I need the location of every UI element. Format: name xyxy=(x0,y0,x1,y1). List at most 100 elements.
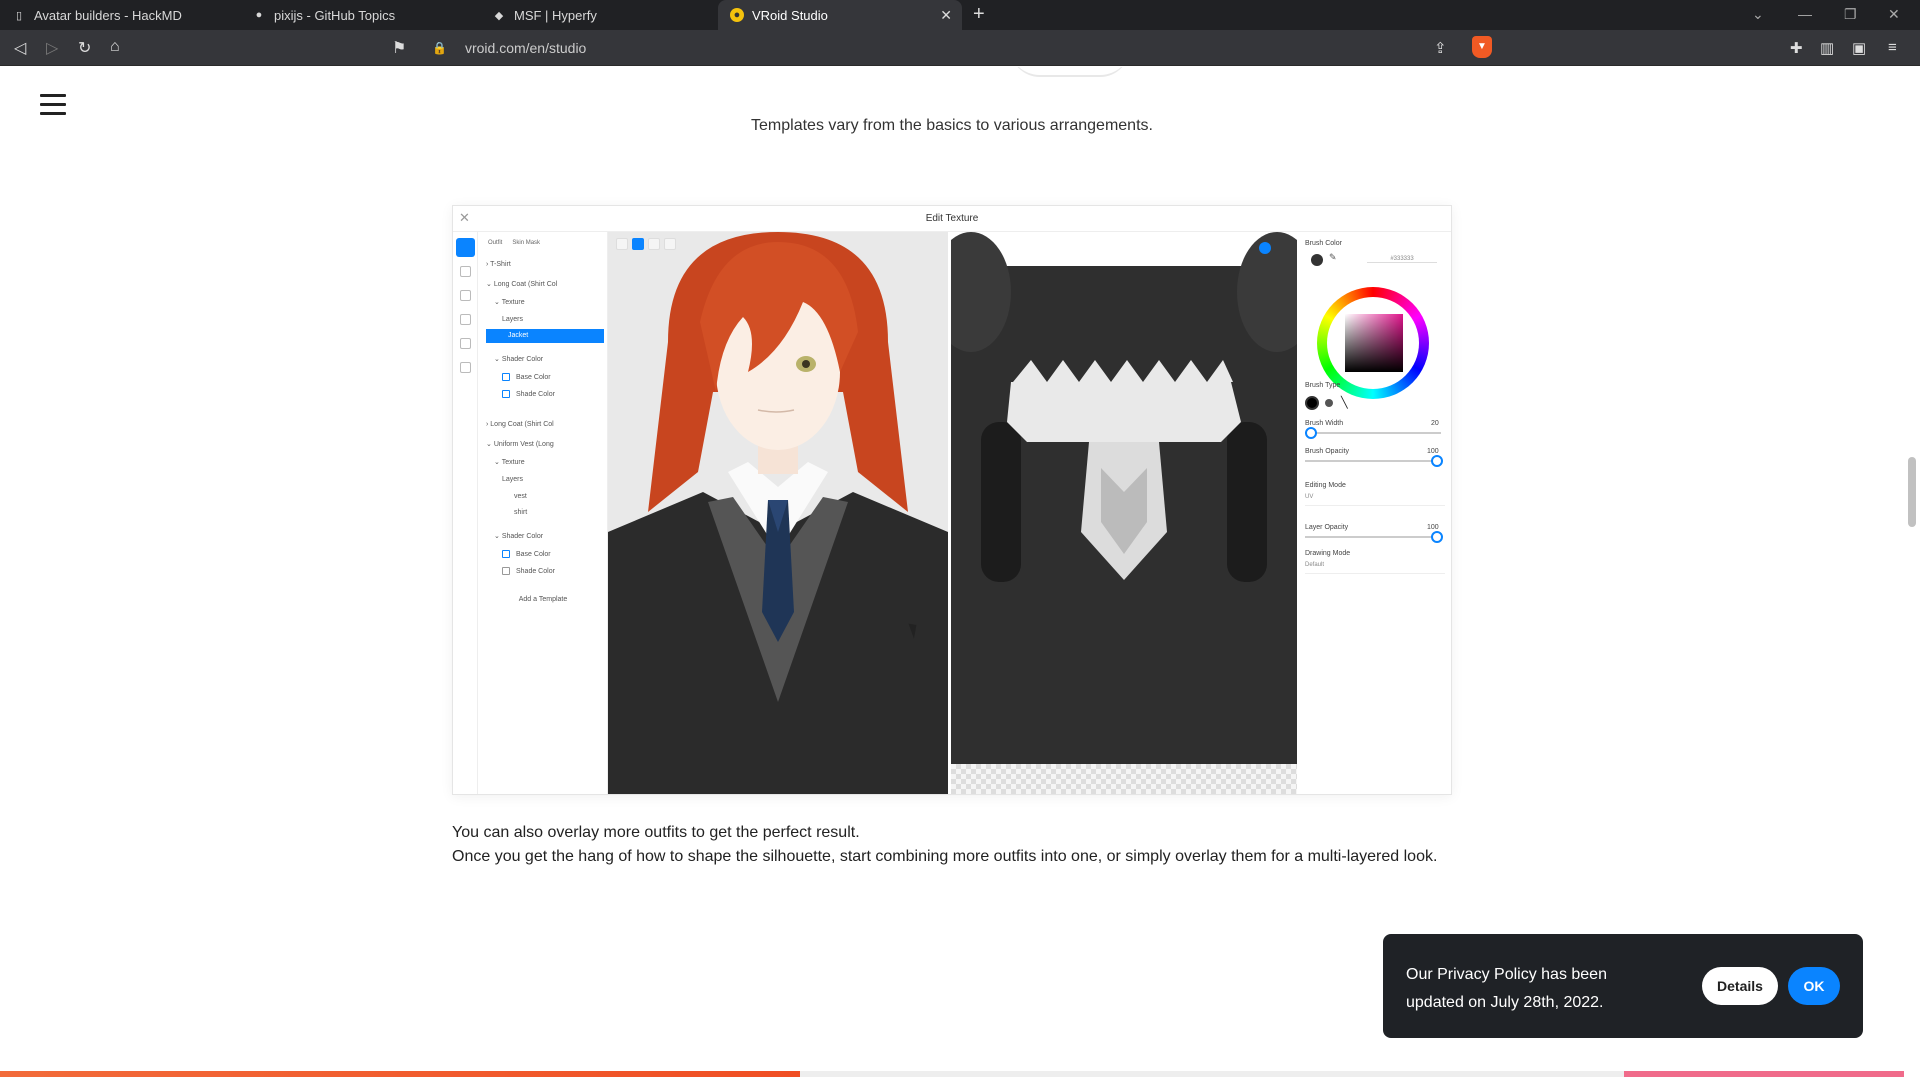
details-button[interactable]: Details xyxy=(1702,967,1778,1005)
hex-input: #333333 xyxy=(1367,256,1437,263)
wallet-icon[interactable]: ▣ xyxy=(1852,39,1866,57)
layer-row: Base Color xyxy=(486,548,604,562)
home-icon[interactable]: ⌂ xyxy=(110,38,120,56)
restore-icon[interactable]: ❐ xyxy=(1844,6,1857,23)
bookmark-icon[interactable]: ⚑ xyxy=(392,38,406,58)
pen-brush-icon: ╲ xyxy=(1341,397,1348,409)
outfit-icon xyxy=(456,238,475,257)
tab-vroid[interactable]: ● VRoid Studio ✕ xyxy=(718,0,962,30)
page-content: Templates vary from the basics to variou… xyxy=(0,67,1904,1080)
tab-title: MSF | Hyperfy xyxy=(514,7,597,23)
tab-title: Avatar builders - HackMD xyxy=(34,7,182,23)
progress-accent xyxy=(1624,1071,1904,1077)
layer-row: Layers xyxy=(502,476,524,483)
layer-opacity-label: Layer Opacity xyxy=(1305,524,1349,531)
brush-type-label: Brush Type xyxy=(1305,382,1341,389)
uv-texture-view xyxy=(951,232,1297,794)
back-icon[interactable]: ◁ xyxy=(14,38,26,58)
tab-outfit: Outfit xyxy=(488,240,503,246)
layer-row-selected: Jacket xyxy=(486,329,604,343)
brush-opacity-label: Brush Opacity xyxy=(1305,448,1349,455)
tab-hackmd[interactable]: ▯ Avatar builders - HackMD xyxy=(0,0,240,30)
layer-row: Shade Color xyxy=(486,388,604,402)
screenshot-close-icon: ✕ xyxy=(459,210,470,225)
hard-brush-icon xyxy=(1305,396,1319,410)
new-tab-icon[interactable]: + xyxy=(973,3,985,26)
layer-row: › T-Shirt xyxy=(486,261,511,268)
ok-button[interactable]: OK xyxy=(1788,967,1840,1005)
caption-line-1: You can also overlay more outfits to get… xyxy=(452,824,860,841)
saturation-square xyxy=(1345,314,1403,372)
transparent-area xyxy=(951,764,1297,794)
color-swatch xyxy=(1311,254,1323,266)
menu-icon[interactable]: ≡ xyxy=(1888,39,1897,56)
address-bar[interactable]: 🔒 vroid.com/en/studio xyxy=(420,34,1492,62)
editing-mode-select: UV xyxy=(1305,494,1445,506)
brush-width-slider xyxy=(1305,427,1441,439)
layer-row: ⌄ Texture xyxy=(494,299,525,306)
icon-rail xyxy=(453,232,478,794)
layer-row: Base Color xyxy=(486,371,604,385)
layer-row: ⌄ Uniform Vest (Long xyxy=(486,441,554,448)
url-text: vroid.com/en/studio xyxy=(464,40,587,56)
layer-opacity-slider xyxy=(1305,531,1443,543)
tab-title: pixijs - GitHub Topics xyxy=(274,7,396,23)
soft-brush-icon xyxy=(1325,399,1333,407)
layer-row: ⌄ Shader Color xyxy=(494,533,544,540)
sidebar-icon[interactable]: ▥ xyxy=(1820,39,1834,57)
tab-title: VRoid Studio xyxy=(752,7,828,23)
layer-row: Shade Color xyxy=(486,565,604,579)
tab-hyperfy[interactable]: ◆ MSF | Hyperfy xyxy=(480,0,720,30)
minimize-icon[interactable]: — xyxy=(1798,6,1812,22)
eyedropper-icon: ✎ xyxy=(1329,252,1337,262)
reload-icon[interactable]: ↻ xyxy=(78,38,91,58)
layer-row: ⌄ Shader Color xyxy=(494,356,544,363)
lock-icon: 🔒 xyxy=(432,41,447,55)
viewport-tools xyxy=(616,238,676,250)
vroid-icon: ● xyxy=(730,8,744,22)
caption-line-2: Once you get the hang of how to shape th… xyxy=(452,848,1438,865)
extensions-icon[interactable]: ✚ xyxy=(1790,39,1803,57)
avatar-illustration xyxy=(608,232,948,794)
close-tab-icon[interactable]: ✕ xyxy=(940,7,952,24)
tab-bar: ▯ Avatar builders - HackMD ● pixijs - Gi… xyxy=(0,0,1920,30)
hamburger-menu-icon[interactable] xyxy=(40,94,66,116)
hyperfy-icon: ◆ xyxy=(494,9,504,22)
rail-icon xyxy=(460,266,471,277)
layer-opacity-value: 100 xyxy=(1427,524,1439,531)
tab-search-icon[interactable]: ⌄ xyxy=(1752,6,1764,23)
layer-row: vest xyxy=(514,493,527,500)
layer-row: › Long Coat (Shirt Col xyxy=(486,421,554,428)
layers-panel: Outfit Skin Mask › T-Shirt ⌄ Long Coat (… xyxy=(478,232,608,794)
rail-icon xyxy=(460,362,471,373)
drawing-mode-label: Drawing Mode xyxy=(1305,550,1351,557)
tool-icon xyxy=(616,238,628,250)
brush-opacity-value: 100 xyxy=(1427,448,1439,455)
privacy-toast: Our Privacy Policy has been updated on J… xyxy=(1383,934,1863,1038)
tool-icon xyxy=(648,238,660,250)
view-toggle-icon xyxy=(1259,242,1271,254)
brush-tool-icon xyxy=(632,238,644,250)
layer-row: ⌄ Texture xyxy=(494,459,525,466)
brush-color-label: Brush Color xyxy=(1305,240,1342,247)
layer-row: shirt xyxy=(514,509,528,516)
close-window-icon[interactable]: ✕ xyxy=(1888,6,1900,23)
tab-github[interactable]: ● pixijs - GitHub Topics xyxy=(240,0,480,30)
tool-icon xyxy=(664,238,676,250)
rail-icon xyxy=(460,338,471,349)
scrollbar-thumb[interactable] xyxy=(1908,457,1916,527)
layer-row: ⌄ Long Coat (Shirt Col xyxy=(486,281,558,288)
github-icon: ● xyxy=(255,9,263,21)
drawing-mode-select: Default xyxy=(1305,562,1445,574)
page-progress-bar xyxy=(0,1071,1904,1077)
brave-shields-icon[interactable]: ▼ xyxy=(1472,36,1492,58)
progress-fill xyxy=(0,1071,800,1077)
page-scrollbar[interactable] xyxy=(1904,67,1920,1080)
toast-message: Our Privacy Policy has been updated on J… xyxy=(1406,966,1607,1011)
avatar-viewport xyxy=(608,232,948,794)
templates-caption: Templates vary from the basics to variou… xyxy=(751,117,1153,134)
add-template-button: Add a Template xyxy=(518,596,568,603)
outfits-caption: You can also overlay more outfits to get… xyxy=(452,821,1437,869)
share-icon[interactable]: ⇪ xyxy=(1434,39,1447,57)
forward-icon[interactable]: ▷ xyxy=(46,38,58,58)
